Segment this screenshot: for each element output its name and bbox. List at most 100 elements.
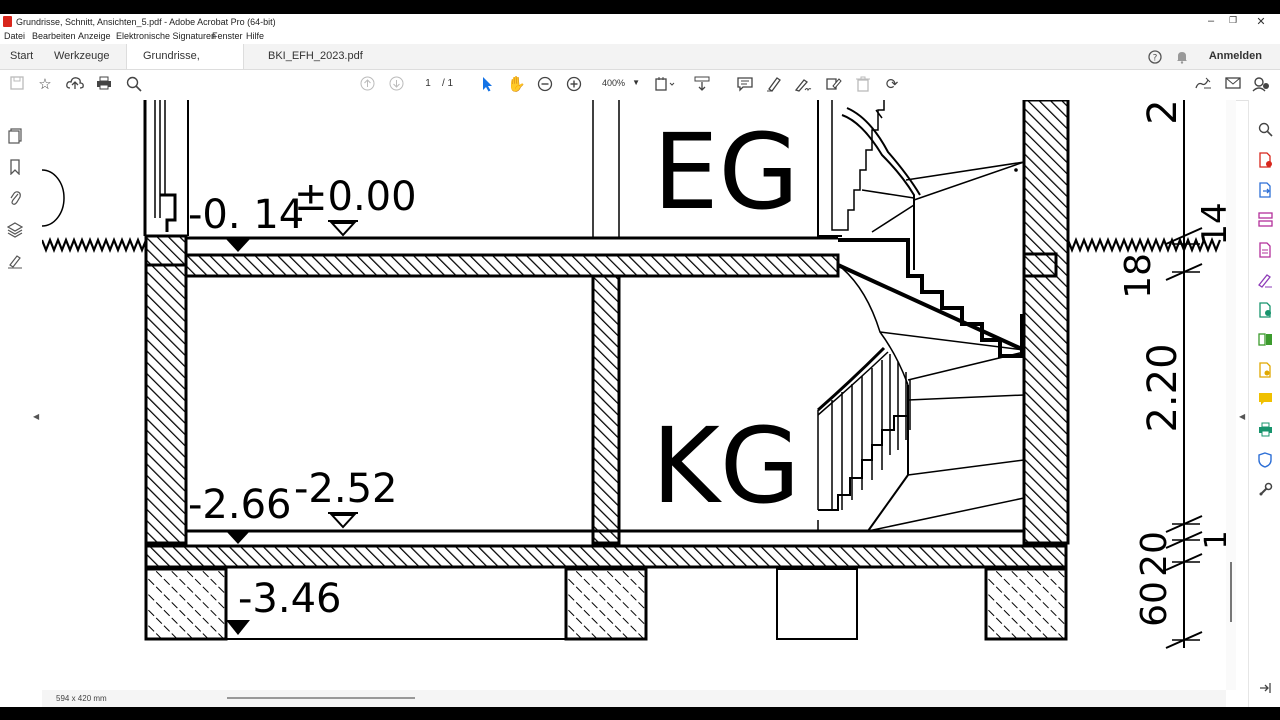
foundation-left <box>144 567 228 641</box>
edit-pdf-icon[interactable] <box>824 76 842 94</box>
minimize-button[interactable]: – <box>1201 15 1221 27</box>
more-tools-icon[interactable] <box>1257 482 1273 498</box>
bookmarks-icon[interactable] <box>7 159 23 176</box>
menu-bearbeiten[interactable]: Bearbeiten <box>32 31 76 41</box>
search-document-icon[interactable] <box>1257 122 1273 138</box>
protect-shield-icon[interactable] <box>1257 452 1273 468</box>
menu-anzeige[interactable]: Anzeige <box>78 31 111 41</box>
foundation-right <box>984 567 1068 641</box>
edit-document-icon[interactable] <box>1257 242 1273 258</box>
zoom-level-value: 400% <box>602 78 626 88</box>
dimension-14: 14 <box>1195 202 1226 245</box>
left-navigation-panel <box>0 100 43 707</box>
horizontal-scrollbar-thumb[interactable] <box>227 697 415 699</box>
compare-files-icon[interactable] <box>1257 332 1273 348</box>
right-panel-collapse-icon[interactable]: ◀ <box>1239 412 1245 421</box>
level-marker-filled-kg <box>226 531 250 544</box>
basement-wall-left <box>144 263 188 545</box>
foundation-middle <box>564 567 648 641</box>
notification-bell-icon[interactable] <box>1176 44 1188 69</box>
dimension-2: 2 <box>1140 100 1186 125</box>
help-icon[interactable]: ? <box>1148 44 1162 69</box>
rotate-icon[interactable]: ⟳ <box>883 76 901 94</box>
chevron-down-icon: ▼ <box>632 78 640 87</box>
hand-tool-icon[interactable]: ✋ <box>507 76 526 94</box>
document-view: EG KG -0. 14 ±0.00 -2.66 -2.52 -3.46 2 1… <box>42 100 1226 690</box>
select-cursor-icon[interactable] <box>478 76 496 94</box>
next-page-icon[interactable] <box>387 76 405 94</box>
tab-document-active[interactable]: Grundrisse, Schnitt,...× <box>126 44 244 87</box>
user-share-icon[interactable] <box>1252 76 1270 94</box>
tab-start[interactable]: Start <box>10 44 33 69</box>
menu-fenster[interactable]: Fenster <box>212 31 243 41</box>
zoom-level-select[interactable]: 400% ▼ <box>596 78 642 92</box>
close-window-button[interactable]: ✕ <box>1251 15 1271 28</box>
screen-bottom-edge <box>0 707 1280 720</box>
create-pdf-icon[interactable] <box>1257 152 1273 168</box>
vertical-scrollbar[interactable] <box>1226 100 1236 690</box>
save-icon[interactable] <box>8 76 26 94</box>
print-icon[interactable] <box>95 76 113 94</box>
page-fit-icon[interactable] <box>655 76 675 94</box>
window-title: Grundrisse, Schnitt, Ansichten_5.pdf - A… <box>16 17 276 27</box>
menu-bar: Datei Bearbeiten Anzeige Elektronische S… <box>0 30 1280 44</box>
signatures-pen-icon[interactable] <box>7 253 23 269</box>
basement-slab <box>144 544 1068 569</box>
level-label-minus-2-52: -2.52 <box>294 466 398 512</box>
fill-sign-icon[interactable] <box>1194 76 1212 94</box>
dimension-20: 20 <box>1134 531 1175 577</box>
slab-edge-right <box>1022 252 1058 278</box>
basement-wall-middle <box>591 274 621 545</box>
dimension-60: 60 <box>1134 581 1175 627</box>
menu-datei[interactable]: Datei <box>4 31 25 41</box>
expand-panel-icon[interactable] <box>1257 682 1273 698</box>
delete-trash-icon[interactable] <box>854 76 872 94</box>
menu-hilfe[interactable]: Hilfe <box>246 31 264 41</box>
previous-page-icon[interactable] <box>358 76 376 94</box>
page-number-input[interactable]: 1 <box>416 78 440 92</box>
tab-document-bki[interactable]: BKI_EFH_2023.pdf <box>268 44 363 69</box>
level-marker-outline-kg <box>329 514 357 529</box>
zoom-out-icon[interactable] <box>536 76 554 94</box>
print-production-icon[interactable] <box>1257 422 1273 438</box>
send-for-comments-icon[interactable] <box>1257 362 1273 378</box>
left-panel-collapse-icon[interactable]: ◀ <box>33 412 39 421</box>
right-tools-panel <box>1248 100 1280 707</box>
search-zoom-icon[interactable] <box>125 76 143 94</box>
level-marker-filled <box>226 239 250 252</box>
scan-ocr-icon[interactable] <box>1257 302 1273 318</box>
slab-edge-left <box>144 234 188 268</box>
sign-in-button[interactable]: Anmelden <box>1209 44 1262 69</box>
export-pdf-icon[interactable] <box>1257 182 1273 198</box>
zoom-in-icon[interactable] <box>565 76 583 94</box>
acrobat-window: Grundrisse, Schnitt, Ansichten_5.pdf - A… <box>0 14 1280 707</box>
sign-pen-icon[interactable] <box>794 76 812 94</box>
tab-bar: Start Werkzeuge Grundrisse, Schnitt,...×… <box>0 44 1280 87</box>
title-bar: Grundrisse, Schnitt, Ansichten_5.pdf - A… <box>0 14 1280 30</box>
ground-floor-slab <box>156 253 840 278</box>
highlight-pen-icon[interactable] <box>765 76 783 94</box>
comment-icon[interactable] <box>736 76 754 94</box>
fill-sign-pen-icon[interactable] <box>1257 272 1273 288</box>
room-label-kg: KG <box>652 405 801 527</box>
attachments-paperclip-icon[interactable] <box>7 190 23 206</box>
maximize-button[interactable]: ❐ <box>1223 15 1243 26</box>
staircase <box>817 100 1025 532</box>
main-toolbar: ☆ 1 / 1 ✋ 400% ▼ ⟳ <box>0 70 1280 101</box>
bookmark-star-icon[interactable]: ☆ <box>36 76 54 94</box>
email-icon[interactable] <box>1224 76 1242 94</box>
upload-cloud-icon[interactable] <box>66 76 84 94</box>
menu-elektronische-signaturen[interactable]: Elektronische Signaturen <box>116 31 216 41</box>
section-drawing: EG KG -0. 14 ±0.00 -2.66 -2.52 -3.46 2 1… <box>42 100 1226 649</box>
vertical-scrollbar-thumb[interactable] <box>1230 562 1232 622</box>
organize-pages-icon[interactable] <box>1257 212 1273 228</box>
scroll-mode-icon[interactable] <box>693 76 711 94</box>
level-label-minus-2-66: -2.66 <box>188 482 292 528</box>
comment-tool-icon[interactable] <box>1257 392 1273 408</box>
tab-werkzeuge[interactable]: Werkzeuge <box>54 44 109 69</box>
page-thumbnails-icon[interactable] <box>7 128 23 144</box>
ground-line-left <box>42 237 148 253</box>
level-label-minus-0-14: -0. 14 <box>188 192 304 238</box>
status-bar: 594 x 420 mm <box>42 690 1226 707</box>
layers-icon[interactable] <box>6 222 24 238</box>
